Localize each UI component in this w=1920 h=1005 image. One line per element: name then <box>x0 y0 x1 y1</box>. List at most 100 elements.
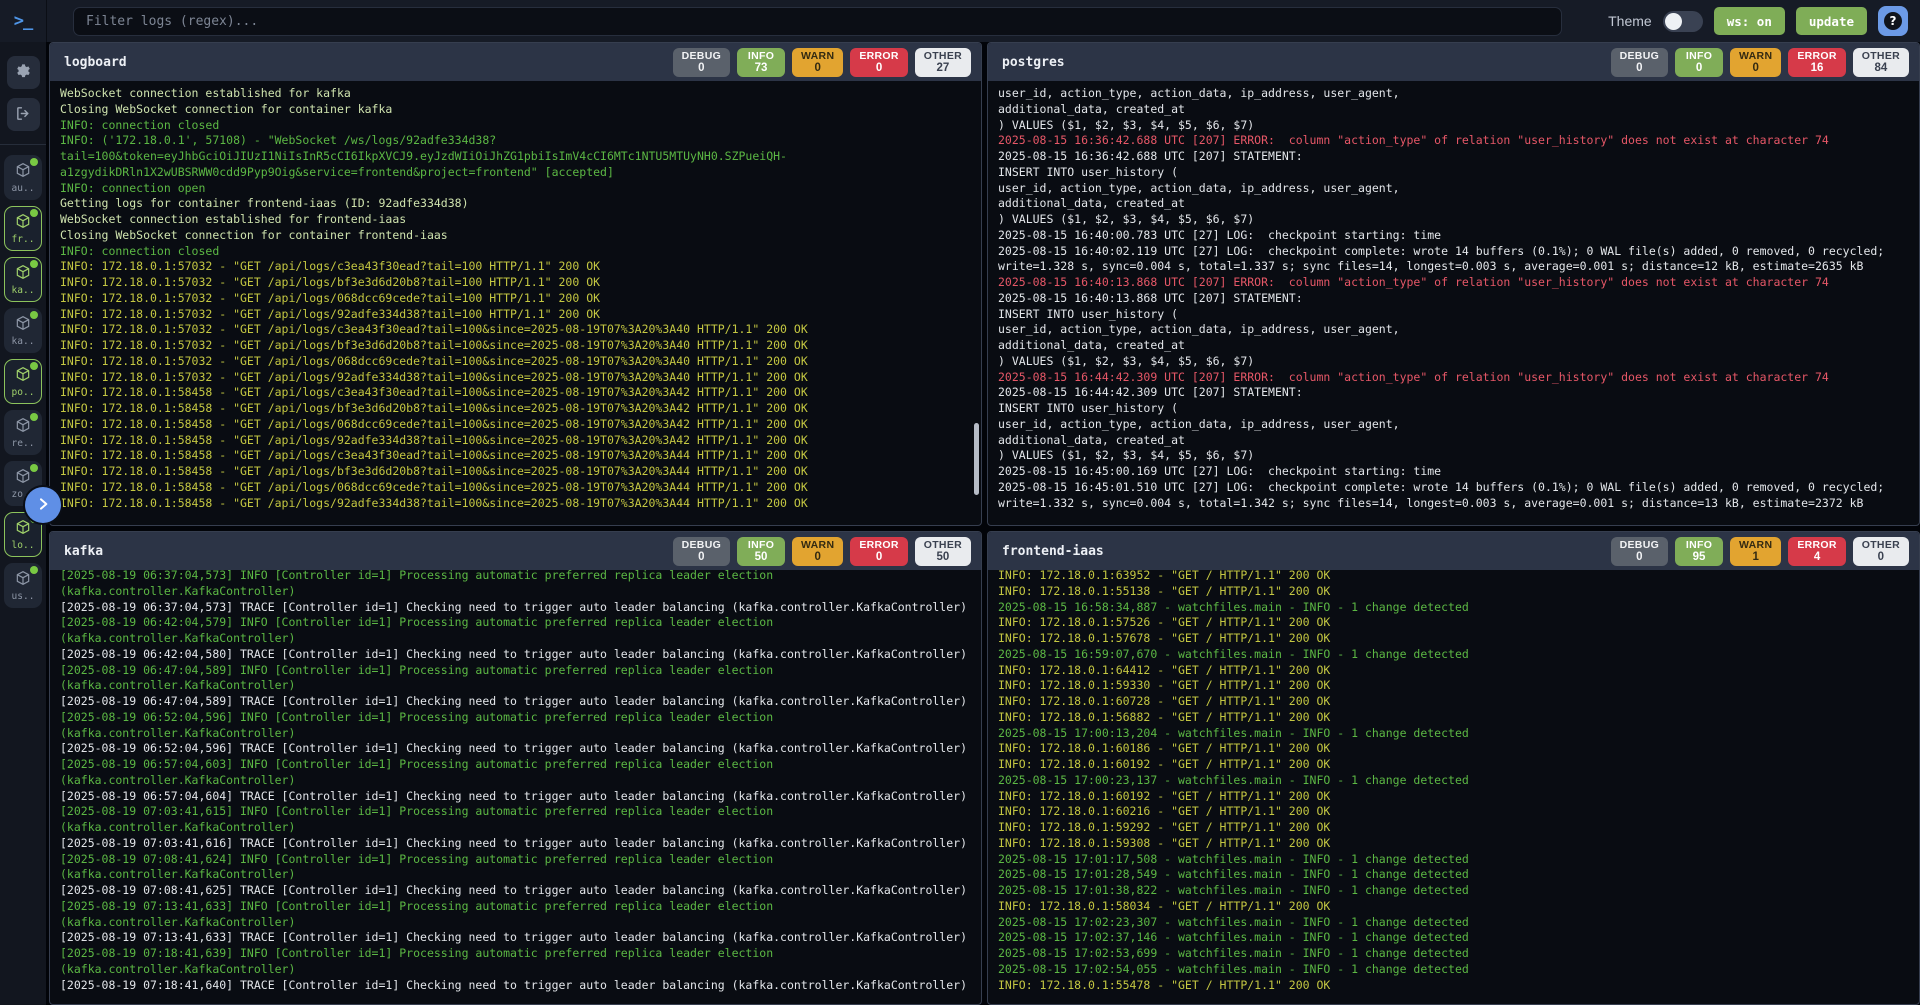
badge-count: 1 <box>1739 551 1772 563</box>
container-cube-icon <box>15 417 31 437</box>
container-list: au..fr..ka..ka..po..re..zo..lo..us.. <box>4 155 42 614</box>
log-line: INFO: 172.18.0.1:57032 - "GET /api/logs/… <box>60 370 971 386</box>
container-cube-icon <box>15 213 31 233</box>
log-line: INFO: ('172.18.0.1', 57108) - "WebSocket… <box>60 133 971 149</box>
panel-header: postgresDEBUG0INFO0WARN0ERROR16OTHER84 <box>988 43 1919 81</box>
sidebar-expand-button[interactable] <box>25 487 61 523</box>
gear-icon <box>15 63 32 83</box>
badge-other[interactable]: OTHER27 <box>915 48 971 77</box>
log-line: [2025-08-19 07:08:41,625] TRACE [Control… <box>60 883 971 899</box>
filter-input[interactable] <box>73 7 1562 36</box>
badge-warn[interactable]: WARN1 <box>1730 537 1781 566</box>
badge-debug[interactable]: DEBUG0 <box>1611 48 1668 77</box>
container-label: ka.. <box>12 337 35 347</box>
panel-kafka: kafkaDEBUG0INFO50WARN0ERROR0OTHER50[2025… <box>49 531 982 1005</box>
badge-info[interactable]: INFO73 <box>737 48 785 77</box>
log-line: 2025-08-15 16:40:02.119 UTC [27] LOG: ch… <box>998 244 1909 260</box>
badge-count: 16 <box>1797 62 1836 74</box>
badge-label: OTHER <box>1862 50 1900 62</box>
badge-error[interactable]: ERROR0 <box>850 48 907 77</box>
sidebar-item-container-8-us[interactable]: us.. <box>4 563 42 608</box>
badge-count: 0 <box>859 551 898 563</box>
badge-info[interactable]: INFO95 <box>1675 537 1723 566</box>
badge-error[interactable]: ERROR0 <box>850 537 907 566</box>
badge-label: INFO <box>1684 539 1714 551</box>
log-line: INFO: 172.18.0.1:58458 - "GET /api/logs/… <box>60 417 971 433</box>
terminal-icon: >_ <box>14 11 32 31</box>
scrollbar-thumb[interactable] <box>974 423 979 495</box>
log-line: 2025-08-15 16:45:00.169 UTC [27] LOG: ch… <box>998 464 1909 480</box>
log-line: [2025-08-19 07:18:41,639] INFO [Controll… <box>60 946 971 962</box>
help-button[interactable]: ? <box>1878 6 1908 36</box>
log-line: (kafka.controller.KafkaController) <box>60 678 971 694</box>
badge-warn[interactable]: WARN0 <box>792 537 843 566</box>
log-line: ) VALUES ($1, $2, $3, $4, $5, $6, $7) <box>998 448 1909 464</box>
log-line: user_id, action_type, action_data, ip_ad… <box>998 86 1909 102</box>
status-running-dot <box>30 158 38 166</box>
log-line: [2025-08-19 07:03:41,616] TRACE [Control… <box>60 836 971 852</box>
log-line: user_id, action_type, action_data, ip_ad… <box>998 181 1909 197</box>
badge-debug[interactable]: DEBUG0 <box>673 48 730 77</box>
log-line: INFO: 172.18.0.1:57032 - "GET /api/logs/… <box>60 338 971 354</box>
log-line: Getting logs for container frontend-iaas… <box>60 196 971 212</box>
log-line: [2025-08-19 06:57:04,604] TRACE [Control… <box>60 789 971 805</box>
badge-count: 95 <box>1684 551 1714 563</box>
badge-info[interactable]: INFO0 <box>1675 48 1723 77</box>
badge-label: ERROR <box>859 539 898 551</box>
log-line: (kafka.controller.KafkaController) <box>60 584 971 600</box>
badge-debug[interactable]: DEBUG0 <box>1611 537 1668 566</box>
badge-label: OTHER <box>924 50 962 62</box>
log-line: INFO: 172.18.0.1:55138 - "GET / HTTP/1.1… <box>998 584 1909 600</box>
theme-toggle-knob <box>1665 13 1682 30</box>
log-line: INFO: 172.18.0.1:58458 - "GET /api/logs/… <box>60 496 971 512</box>
log-line: INFO: 172.18.0.1:60192 - "GET / HTTP/1.1… <box>998 757 1909 773</box>
badge-count: 0 <box>1739 62 1772 74</box>
sidebar-item-container-4-po[interactable]: po.. <box>4 359 42 404</box>
badge-label: DEBUG <box>1620 50 1659 62</box>
sidebar-item-container-1-fr[interactable]: fr.. <box>4 206 42 251</box>
status-running-dot <box>30 209 38 217</box>
log-line: additional_data, created_at <box>998 338 1909 354</box>
log-line: [2025-08-19 06:47:04,589] INFO [Controll… <box>60 663 971 679</box>
sidebar-item-container-3-ka[interactable]: ka.. <box>4 308 42 353</box>
sidebar-item-container-0-au[interactable]: au.. <box>4 155 42 200</box>
log-line: [2025-08-19 07:13:41,633] INFO [Controll… <box>60 899 971 915</box>
badge-other[interactable]: OTHER0 <box>1853 537 1909 566</box>
log-line: INFO: 172.18.0.1:58458 - "GET /api/logs/… <box>60 385 971 401</box>
badge-info[interactable]: INFO50 <box>737 537 785 566</box>
settings-button[interactable] <box>7 56 40 89</box>
log-line: [2025-08-19 07:08:41,624] INFO [Controll… <box>60 852 971 868</box>
log-line: INFO: 172.18.0.1:57678 - "GET / HTTP/1.1… <box>998 631 1909 647</box>
container-label: au.. <box>12 184 35 194</box>
log-line: INFO: 172.18.0.1:58458 - "GET /api/logs/… <box>60 433 971 449</box>
ws-status-button[interactable]: ws: on <box>1714 7 1785 35</box>
container-cube-icon <box>15 264 31 284</box>
badge-label: DEBUG <box>682 50 721 62</box>
log-line: 2025-08-15 17:02:54,055 - watchfiles.mai… <box>998 962 1909 978</box>
update-button[interactable]: update <box>1796 7 1867 35</box>
badge-warn[interactable]: WARN0 <box>1730 48 1781 77</box>
badge-other[interactable]: OTHER84 <box>1853 48 1909 77</box>
badge-other[interactable]: OTHER50 <box>915 537 971 566</box>
panels-grid: logboardDEBUG0INFO73WARN0ERROR0OTHER27We… <box>46 42 1920 1005</box>
log-line: 2025-08-15 17:01:17,508 - watchfiles.mai… <box>998 852 1909 868</box>
log-line: user_id, action_type, action_data, ip_ad… <box>998 322 1909 338</box>
badge-error[interactable]: ERROR4 <box>1788 537 1845 566</box>
log-line: [2025-08-19 07:18:41,640] TRACE [Control… <box>60 978 971 994</box>
log-line: INFO: 172.18.0.1:57032 - "GET /api/logs/… <box>60 275 971 291</box>
status-running-dot <box>30 413 38 421</box>
panel-title: postgres <box>1002 55 1065 70</box>
container-cube-icon <box>15 468 31 488</box>
sidebar-item-container-2-ka[interactable]: ka.. <box>4 257 42 302</box>
chevron-right-icon <box>35 496 51 515</box>
sidebar-item-container-5-re[interactable]: re.. <box>4 410 42 455</box>
log-line: INFO: 172.18.0.1:60186 - "GET / HTTP/1.1… <box>998 741 1909 757</box>
container-cube-icon <box>15 519 31 539</box>
badge-label: INFO <box>746 50 776 62</box>
theme-toggle[interactable] <box>1663 11 1703 32</box>
badge-debug[interactable]: DEBUG0 <box>673 537 730 566</box>
badge-warn[interactable]: WARN0 <box>792 48 843 77</box>
badge-error[interactable]: ERROR16 <box>1788 48 1845 77</box>
badge-count: 0 <box>1862 551 1900 563</box>
logout-button[interactable] <box>7 98 40 131</box>
